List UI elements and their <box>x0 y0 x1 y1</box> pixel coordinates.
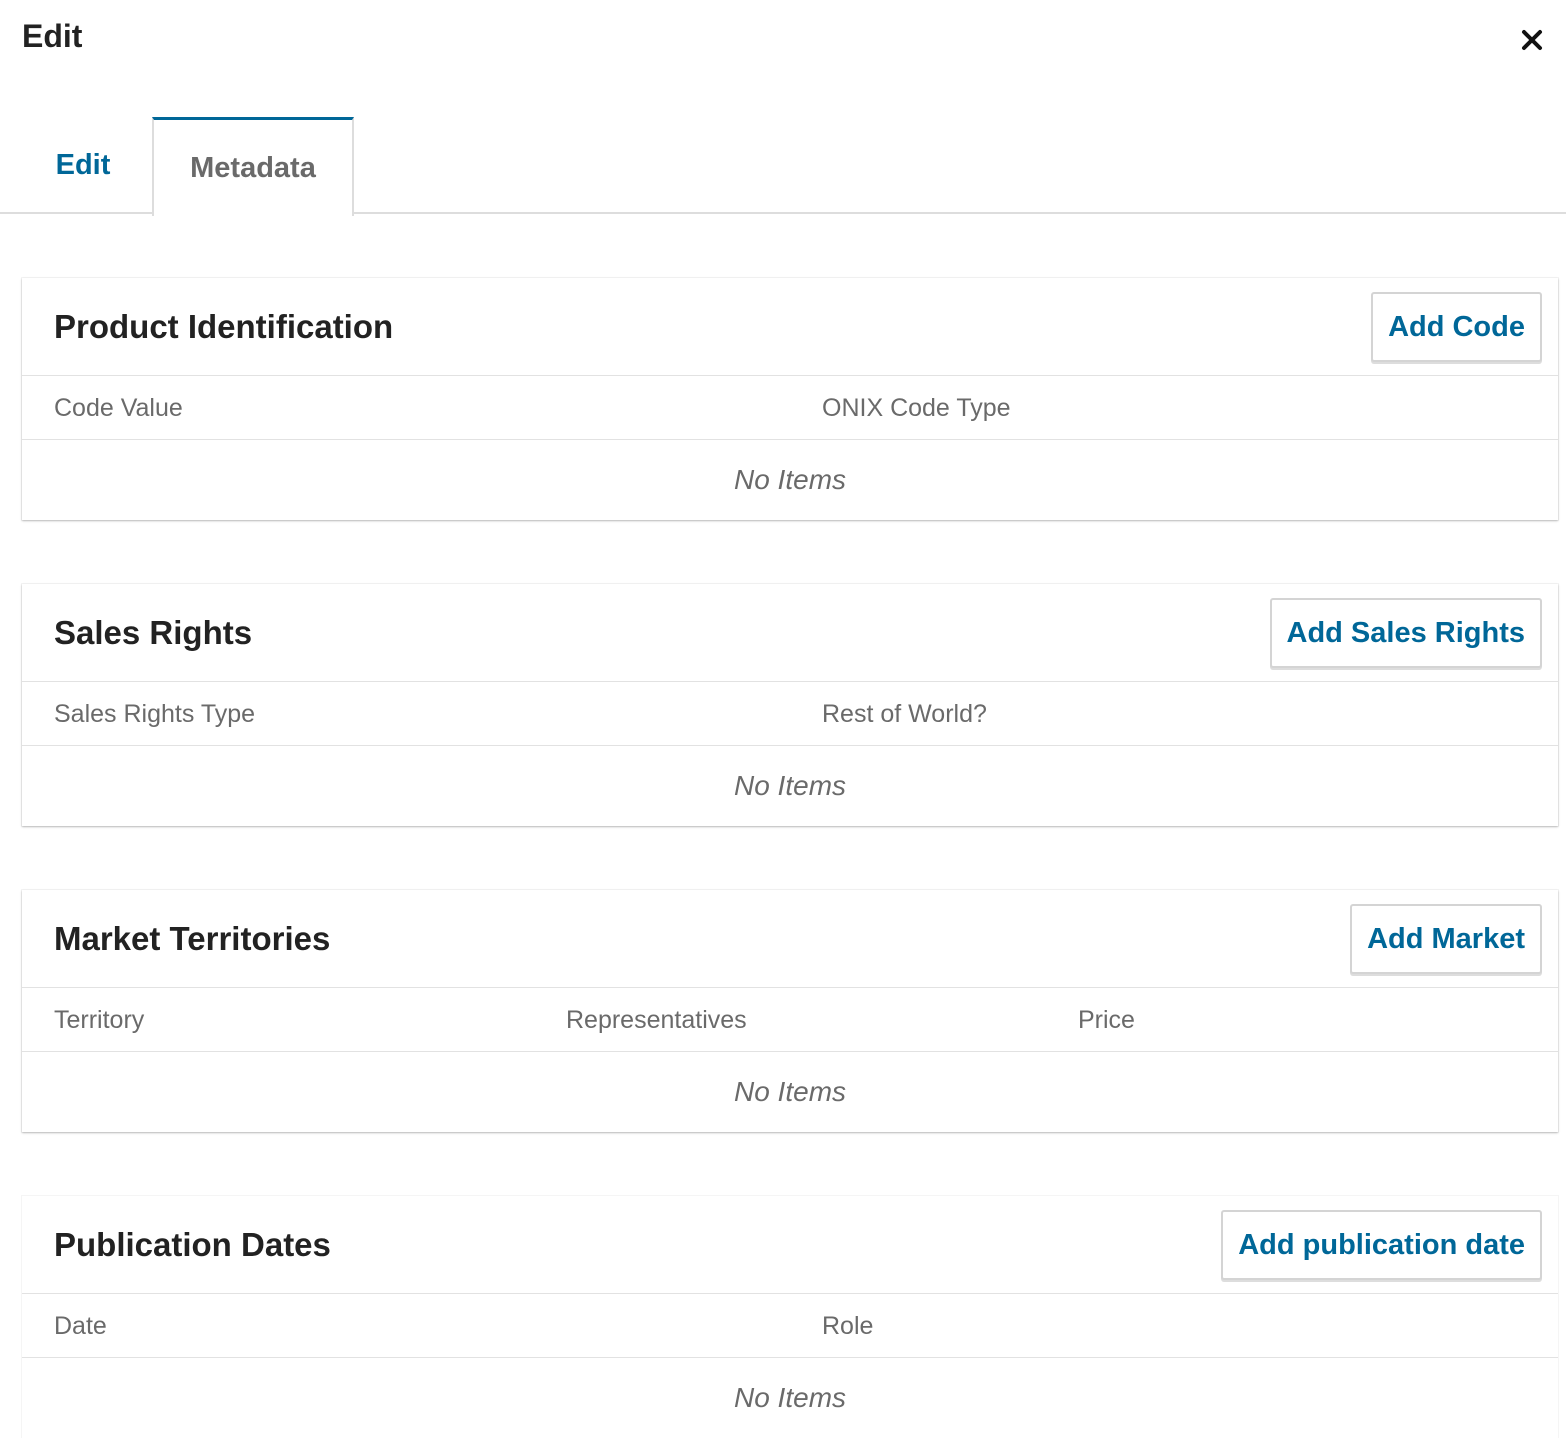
sales-rights-panel: Sales Rights Add Sales Rights Sales Righ… <box>22 584 1558 826</box>
column-header: Role <box>822 1312 874 1340</box>
tab-bar: Edit Metadata <box>0 117 1566 216</box>
add-sales-rights-button[interactable]: Add Sales Rights <box>1269 598 1542 668</box>
empty-message: No Items <box>733 770 847 801</box>
empty-message: No Items <box>733 1076 847 1107</box>
empty-message: No Items <box>733 1382 847 1413</box>
column-header-row: Sales Rights Type Rest of World? <box>22 682 1558 746</box>
product-identification-panel: Product Identification Add Code Code Val… <box>22 278 1558 520</box>
publication-dates-panel: Publication Dates Add publication date D… <box>22 1196 1558 1438</box>
close-button[interactable] <box>1506 18 1558 62</box>
panel-header: Product Identification Add Code <box>22 278 1558 376</box>
column-header: Territory <box>54 1006 145 1034</box>
column-header: Rest of World? <box>822 700 987 728</box>
tab-edit[interactable]: Edit <box>22 117 144 214</box>
panel-header: Sales Rights Add Sales Rights <box>22 584 1558 682</box>
close-icon <box>1522 30 1542 50</box>
modal-header: Edit <box>0 0 1566 80</box>
market-territories-panel: Market Territories Add Market Territory … <box>22 890 1558 1132</box>
panel-header: Market Territories Add Market <box>22 890 1558 988</box>
panel-title: Publication Dates <box>54 1226 331 1263</box>
panel-title: Market Territories <box>54 920 331 957</box>
column-header-row: Date Role <box>22 1294 1558 1358</box>
modal-title: Edit <box>22 18 83 54</box>
column-header-row: Code Value ONIX Code Type <box>22 376 1558 440</box>
tab-metadata[interactable]: Metadata <box>152 117 354 216</box>
panel-header: Publication Dates Add publication date <box>22 1196 1558 1294</box>
column-header: Price <box>1078 1006 1135 1034</box>
column-header: Date <box>54 1312 107 1340</box>
column-header: Code Value <box>54 394 183 422</box>
column-header: Sales Rights Type <box>54 700 256 728</box>
panel-title: Product Identification <box>54 308 394 345</box>
column-header-row: Territory Representatives Price <box>22 988 1558 1052</box>
add-code-button[interactable]: Add Code <box>1371 292 1542 362</box>
empty-message: No Items <box>733 464 847 495</box>
add-market-button[interactable]: Add Market <box>1350 904 1542 974</box>
add-publication-date-button[interactable]: Add publication date <box>1221 1210 1542 1280</box>
column-header: Representatives <box>566 1006 747 1034</box>
column-header: ONIX Code Type <box>822 394 1011 422</box>
panel-title: Sales Rights <box>54 614 253 651</box>
